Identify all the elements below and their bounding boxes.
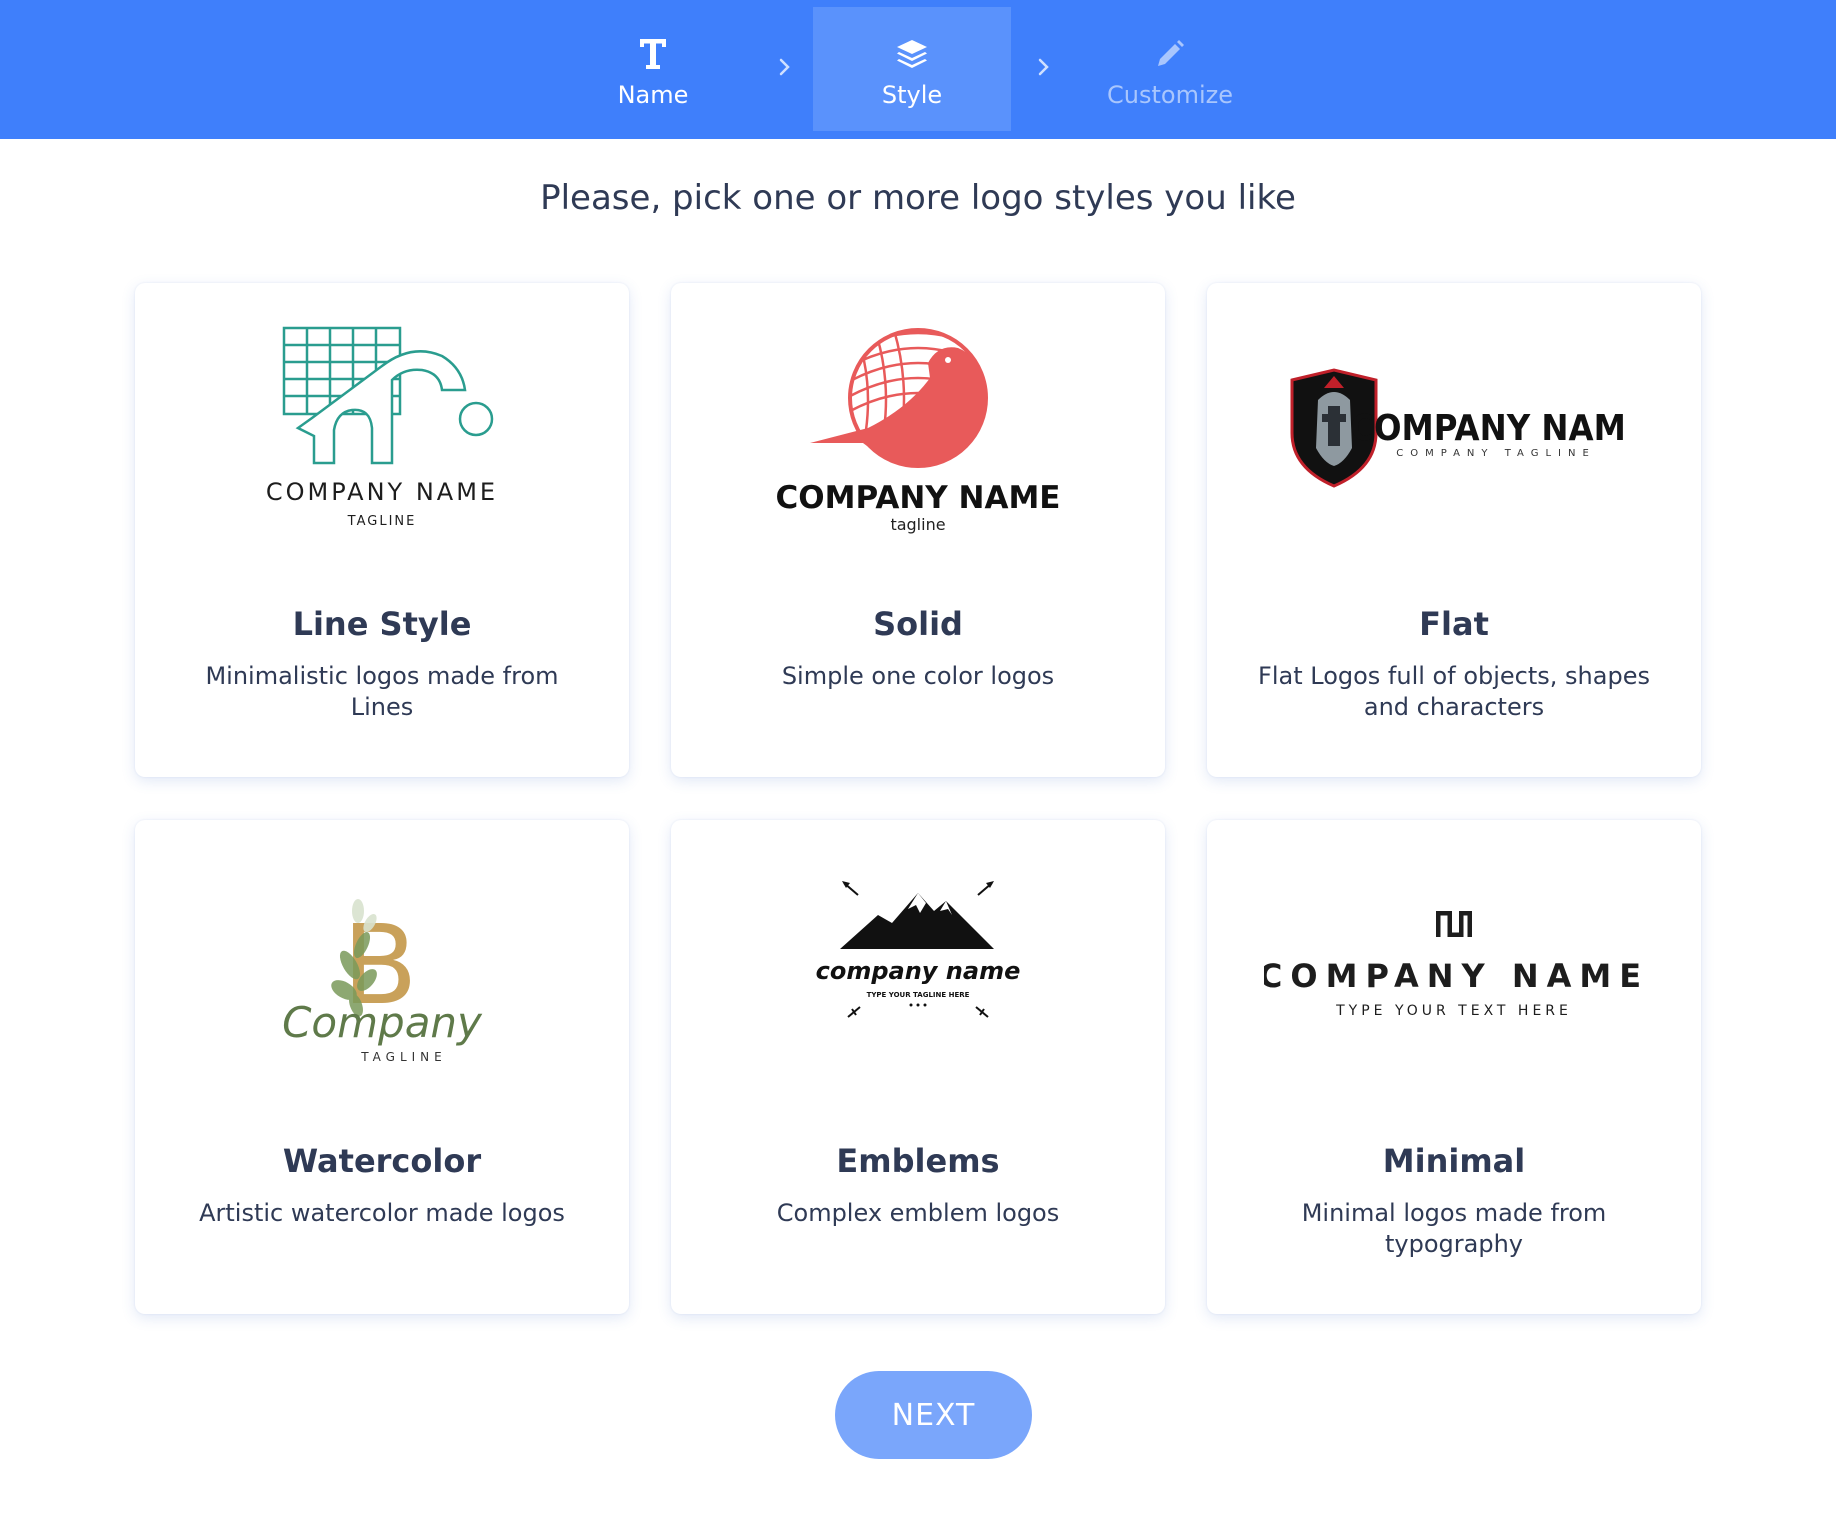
step-name-label: Name bbox=[617, 81, 689, 109]
flat-logo-tagline: COMPANY TAGLINE bbox=[1396, 448, 1596, 459]
step-customize[interactable]: Customize bbox=[1071, 7, 1269, 131]
card-description: Flat Logos full of objects, shapes and c… bbox=[1258, 662, 1650, 721]
pencil-icon bbox=[1155, 35, 1185, 73]
solid-logo-preview: COMPANY NAME tagline bbox=[671, 313, 1165, 553]
watercolor-logo-tagline: TAGLINE bbox=[360, 1050, 446, 1064]
solid-logo-company-name: COMPANY NAME bbox=[776, 480, 1061, 516]
minimal-logo-preview: COMPANY NAME TYPE YOUR TEXT HERE bbox=[1207, 850, 1701, 1090]
line-style-logo-preview: COMPANY NAME TAGLINE bbox=[135, 313, 629, 553]
style-card-line[interactable]: COMPANY NAME TAGLINE Line Style Minimali… bbox=[135, 283, 629, 777]
line-logo-tagline: TAGLINE bbox=[347, 514, 417, 529]
card-description: Minimalistic logos made from Lines bbox=[205, 662, 559, 721]
card-title: Emblems bbox=[836, 1142, 1000, 1180]
chevron-right-icon bbox=[1038, 58, 1049, 76]
minimal-logo-tagline: TYPE YOUR TEXT HERE bbox=[1335, 1003, 1572, 1019]
watercolor-logo-preview: B Company TAGLINE bbox=[135, 850, 629, 1090]
emblem-logo-preview: company name TYPE YOUR TAGLINE HERE bbox=[671, 850, 1165, 1090]
step-name[interactable]: Name bbox=[554, 7, 752, 131]
page-heading: Please, pick one or more logo styles you… bbox=[540, 178, 1296, 218]
card-title: Solid bbox=[873, 605, 963, 643]
layers-icon bbox=[896, 35, 928, 73]
style-card-flat[interactable]: COMPANY NAME COMPANY TAGLINE Flat Flat L… bbox=[1207, 283, 1701, 777]
watercolor-logo-script-name: Company bbox=[282, 998, 483, 1047]
style-card-minimal[interactable]: COMPANY NAME TYPE YOUR TEXT HERE Minimal… bbox=[1207, 820, 1701, 1314]
emblem-logo-company-name: company name bbox=[816, 957, 1021, 985]
solid-logo-tagline: tagline bbox=[890, 515, 945, 534]
flat-logo-preview: COMPANY NAME COMPANY TAGLINE bbox=[1207, 313, 1701, 553]
card-description: Artistic watercolor made logos bbox=[199, 1199, 565, 1227]
line-logo-company-name: COMPANY NAME bbox=[266, 478, 498, 506]
style-card-solid[interactable]: COMPANY NAME tagline Solid Simple one co… bbox=[671, 283, 1165, 777]
text-t-icon bbox=[639, 35, 667, 73]
step-style-label: Style bbox=[881, 81, 943, 109]
step-customize-label: Customize bbox=[1107, 81, 1233, 109]
next-button[interactable]: NEXT bbox=[835, 1371, 1032, 1459]
step-navigation: Name Style Customize bbox=[0, 0, 1836, 139]
flat-logo-company-name: COMPANY NAME bbox=[1350, 407, 1624, 449]
card-title: Flat bbox=[1419, 605, 1489, 643]
card-description: Simple one color logos bbox=[781, 662, 1055, 690]
emblem-logo-tagline: TYPE YOUR TAGLINE HERE bbox=[867, 991, 970, 999]
style-card-emblems[interactable]: company name TYPE YOUR TAGLINE HERE Embl… bbox=[671, 820, 1165, 1314]
minimal-logo-company-name: COMPANY NAME bbox=[1264, 957, 1644, 995]
card-description: Complex emblem logos bbox=[776, 1199, 1060, 1227]
card-title: Watercolor bbox=[282, 1142, 482, 1180]
card-description: Minimal logos made from typography bbox=[1301, 1199, 1607, 1258]
step-style[interactable]: Style bbox=[813, 7, 1011, 131]
card-title: Minimal bbox=[1382, 1142, 1526, 1180]
chevron-right-icon bbox=[779, 58, 790, 76]
card-title: Line Style bbox=[292, 605, 472, 643]
style-card-watercolor[interactable]: B Company TAGLINE Watercolor Artistic wa… bbox=[135, 820, 629, 1314]
